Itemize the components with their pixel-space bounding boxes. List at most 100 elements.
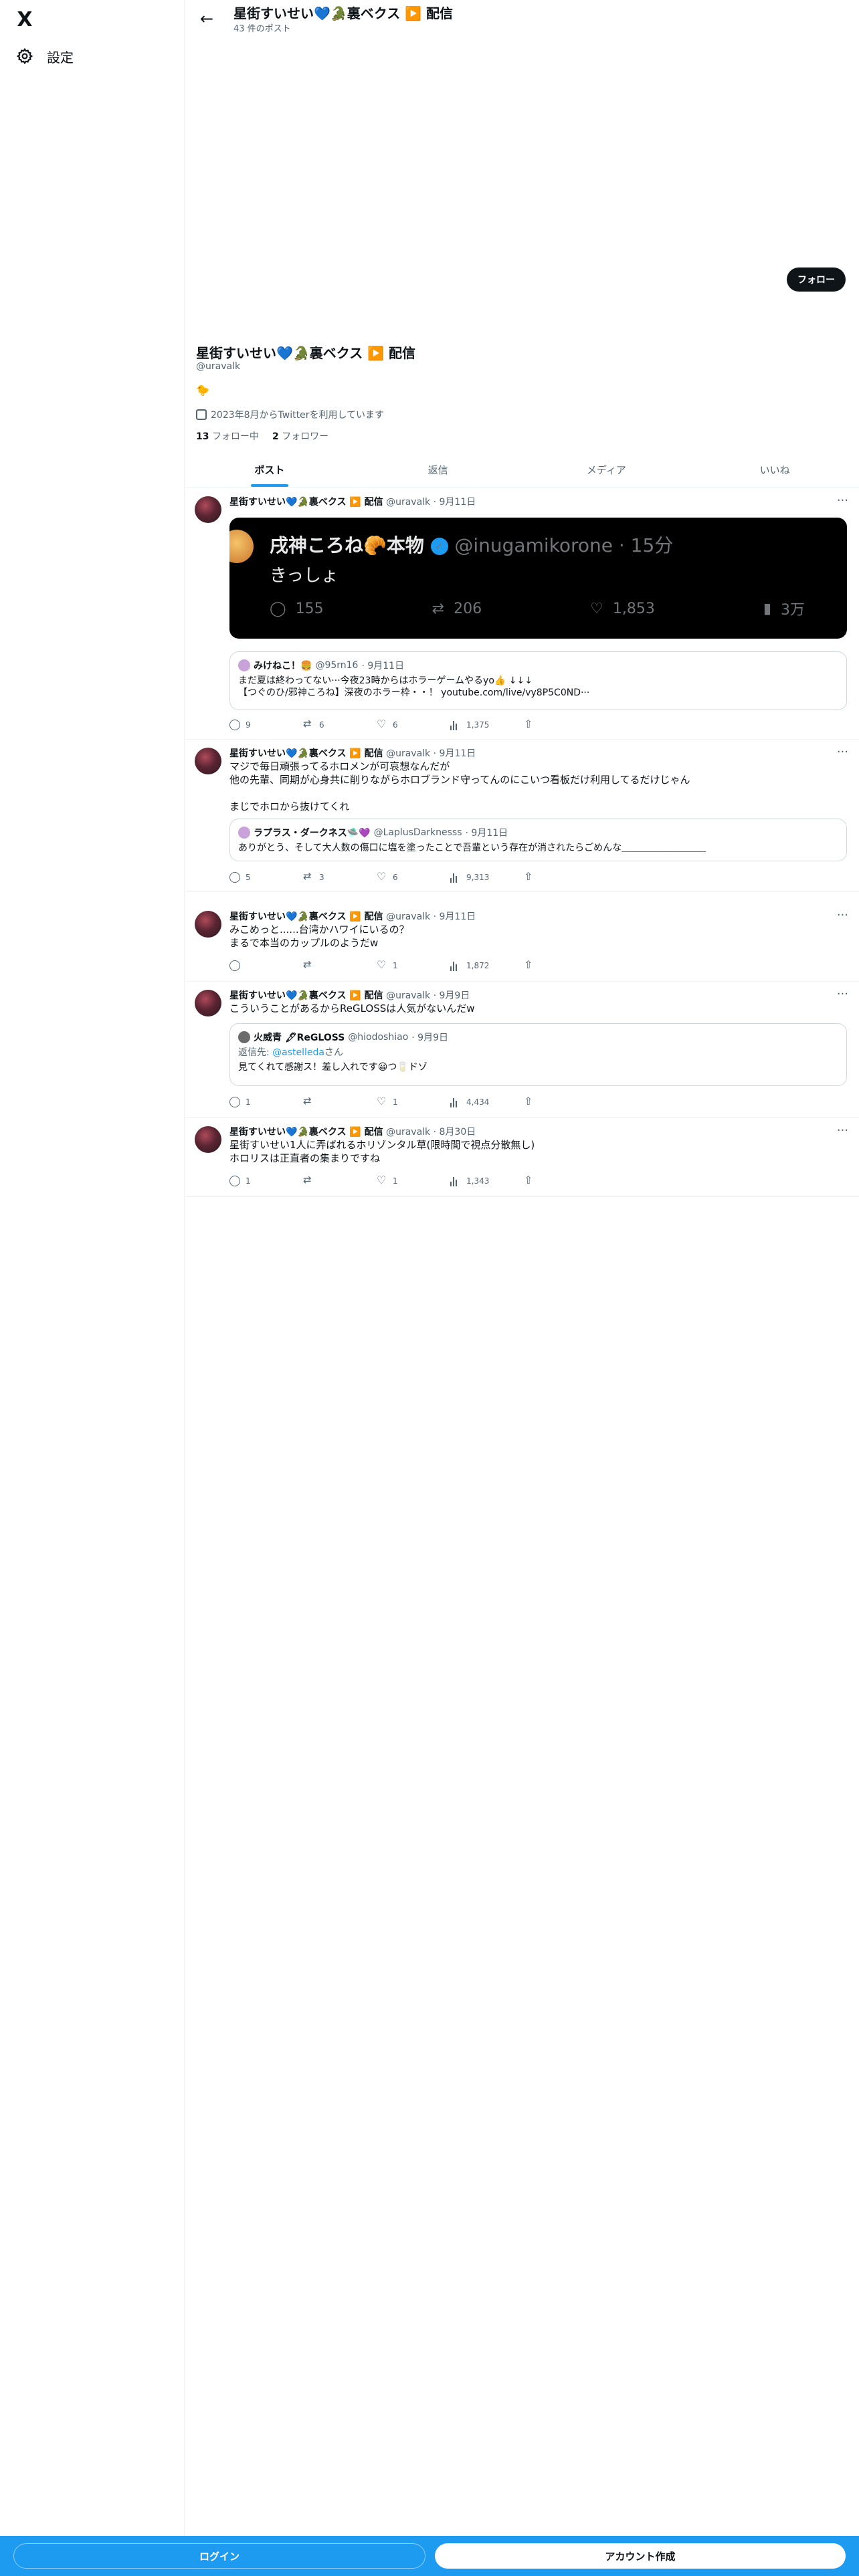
tweet-date[interactable]: · 9月9日 <box>434 990 470 1001</box>
tweet-actions: 1 1 1,343 <box>229 1174 564 1186</box>
following-link[interactable]: 13 フォロー中 <box>196 429 259 443</box>
heart-icon <box>377 1174 387 1186</box>
media-like: ♡ 1,853 <box>590 598 655 619</box>
profile-name: 星街すいせい💙🐊裏ベクス ▶️ 配信 <box>196 345 416 361</box>
share-button[interactable] <box>524 1095 564 1107</box>
more-icon[interactable]: ··· <box>837 987 848 1001</box>
retweet-icon <box>303 870 314 883</box>
more-icon[interactable]: ··· <box>837 745 848 759</box>
reply-button[interactable]: 1 <box>229 1176 270 1186</box>
retweet-button[interactable]: 3 <box>303 870 343 883</box>
tweet-author-name[interactable]: 星街すいせい💙🐊裏ベクス ▶️ 配信 <box>229 1127 383 1138</box>
like-count: 1 <box>393 1176 398 1186</box>
retweet-button[interactable] <box>303 1095 343 1107</box>
tab-replies[interactable]: 返信 <box>354 452 522 487</box>
like-button[interactable]: 1 <box>377 1095 417 1107</box>
tweet-author-handle[interactable]: @uravalk <box>386 911 430 922</box>
views-button[interactable]: 9,313 <box>450 872 490 883</box>
tweet-author-name[interactable]: 星街すいせい💙🐊裏ベクス ▶️ 配信 <box>229 911 383 922</box>
quoted-tweet[interactable]: みけねこ！🍔 @95rn16 · 9月11日 まだ夏は終わってない···今夜23… <box>229 651 847 710</box>
tweet[interactable]: 星街すいせい💙🐊裏ベクス ▶️ 配信 @uravalk · 8月30日 ··· … <box>185 1118 859 1197</box>
more-icon[interactable]: ··· <box>837 1123 848 1138</box>
share-button[interactable] <box>524 958 564 971</box>
tweet[interactable]: 星街すいせい💙🐊裏ベクス ▶️ 配信 @uravalk · 9月11日 ··· … <box>185 740 859 892</box>
more-icon[interactable]: ··· <box>837 494 848 508</box>
like-count: 1 <box>393 1097 398 1107</box>
avatar[interactable] <box>195 990 221 1016</box>
tweet-header: 星街すいせい💙🐊裏ベクス ▶️ 配信 @uravalk · 9月11日 <box>229 909 476 923</box>
avatar[interactable] <box>195 1126 221 1153</box>
tab-likes[interactable]: いいね <box>690 452 859 487</box>
tweet[interactable]: 星街すいせい💙🐊裏ベクス ▶️ 配信 @uravalk · 9月11日 ··· … <box>185 488 859 740</box>
followers-link[interactable]: 2 フォロワー <box>272 429 328 443</box>
quote-text: ありがとう、そして大人数の傷口に塩を塗ったことで吾輩という存在が消されたらごめん… <box>238 843 706 853</box>
arrow-left-icon[interactable]: ← <box>195 7 219 31</box>
tweet-date[interactable]: · 9月11日 <box>434 748 476 759</box>
reply-icon: ◯ <box>270 600 286 617</box>
post-count: 43 件のポスト <box>233 24 291 34</box>
tweet-date[interactable]: · 9月11日 <box>434 497 476 508</box>
views-button[interactable]: 1,375 <box>450 720 490 730</box>
settings-link[interactable]: 設定 <box>12 43 78 70</box>
retweet-button[interactable] <box>303 958 343 971</box>
tweet-media-image[interactable]: 戌神ころね🥐本物 ✓ @inugamikorone · 15分 きっしょ ◯ 15… <box>229 518 847 639</box>
heart-icon <box>377 718 387 730</box>
like-button[interactable]: 6 <box>377 870 417 883</box>
tab-posts[interactable]: ポスト <box>185 452 354 487</box>
tweet-author-handle[interactable]: @uravalk <box>386 497 430 508</box>
media-views: ▮ 3万 <box>763 598 805 619</box>
reply-button[interactable]: 5 <box>229 872 270 883</box>
reply-to-handle[interactable]: @astelleda <box>272 1047 324 1058</box>
followers-count: 2 <box>272 431 279 442</box>
tweet-date[interactable]: · 9月11日 <box>434 911 476 922</box>
x-logo-icon[interactable]: X <box>13 8 36 31</box>
retweet-icon: ⇄ <box>432 600 445 617</box>
login-button[interactable]: ログイン <box>13 2543 425 2569</box>
share-button[interactable] <box>524 870 564 883</box>
quote-author-handle: @95rn16 <box>315 660 359 671</box>
quote-date: · 9月9日 <box>411 1033 448 1043</box>
like-button[interactable]: 6 <box>377 718 417 730</box>
heart-icon <box>377 1095 387 1107</box>
reply-button[interactable]: 1 <box>229 1097 270 1107</box>
joined-date: 2023年8月からTwitterを利用しています <box>196 408 384 421</box>
avatar[interactable] <box>195 496 221 523</box>
tweet-actions: 5 3 6 9,313 <box>229 870 564 883</box>
media-avatar <box>229 530 254 563</box>
quote-author-name: ラプラス・ダークネス🛸💜 <box>254 828 371 839</box>
like-button[interactable]: 1 <box>377 1174 417 1186</box>
retweet-button[interactable]: 6 <box>303 718 343 730</box>
tweet-date[interactable]: · 8月30日 <box>434 1127 476 1138</box>
views-button[interactable]: 1,872 <box>450 960 490 971</box>
tweet-author-handle[interactable]: @uravalk <box>386 990 430 1001</box>
avatar[interactable] <box>195 748 221 774</box>
tweet[interactable]: 星街すいせい💙🐊裏ベクス ▶️ 配信 @uravalk · 9月9日 ··· こ… <box>185 982 859 1118</box>
tweet-author-handle[interactable]: @uravalk <box>386 748 430 759</box>
views-button[interactable]: 1,343 <box>450 1176 490 1186</box>
quoted-tweet[interactable]: ラプラス・ダークネス🛸💜 @LaplusDarknesss · 9月11日 あり… <box>229 819 847 861</box>
follow-button[interactable]: フォロー <box>787 267 846 292</box>
share-button[interactable] <box>524 718 564 730</box>
retweet-button[interactable] <box>303 1174 343 1186</box>
quoted-tweet[interactable]: 火威青 🖋ReGLOSS @hiodoshiao · 9月9日 返信先: @as… <box>229 1023 847 1086</box>
share-button[interactable] <box>524 1174 564 1186</box>
views-button[interactable]: 4,434 <box>450 1097 490 1107</box>
like-button[interactable]: 1 <box>377 958 417 971</box>
signup-button[interactable]: アカウント作成 <box>435 2543 846 2569</box>
tweet-author-name[interactable]: 星街すいせい💙🐊裏ベクス ▶️ 配信 <box>229 990 383 1001</box>
tweet-author-handle[interactable]: @uravalk <box>386 1127 430 1138</box>
view-count: 1,375 <box>466 720 490 730</box>
avatar[interactable] <box>195 911 221 938</box>
quote-avatar <box>238 659 250 671</box>
reply-icon <box>229 1097 240 1107</box>
tab-media[interactable]: メディア <box>522 452 691 487</box>
tweet-author-name[interactable]: 星街すいせい💙🐊裏ベクス ▶️ 配信 <box>229 748 383 759</box>
tweet[interactable]: 星街すいせい💙🐊裏ベクス ▶️ 配信 @uravalk · 9月11日 ··· … <box>185 903 859 982</box>
more-icon[interactable]: ··· <box>837 908 848 922</box>
views-icon <box>450 1176 461 1186</box>
reply-button[interactable] <box>229 960 270 971</box>
tweet-author-name[interactable]: 星街すいせい💙🐊裏ベクス ▶️ 配信 <box>229 497 383 508</box>
reply-icon <box>229 960 240 971</box>
reply-button[interactable]: 9 <box>229 720 270 730</box>
gear-icon <box>16 47 33 65</box>
